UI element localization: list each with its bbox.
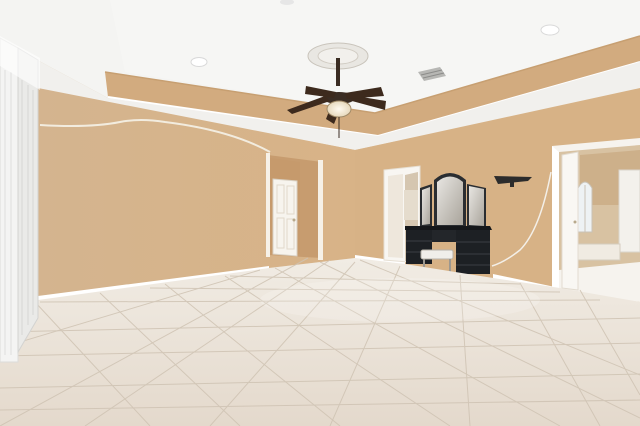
bathroom-doorway[interactable] [552,138,640,302]
closet-louvered-doors[interactable] [0,36,40,363]
recessed-light [540,24,560,36]
room-photo [0,0,640,426]
recessed-light [190,57,208,67]
interior-door-left[interactable] [272,178,298,257]
